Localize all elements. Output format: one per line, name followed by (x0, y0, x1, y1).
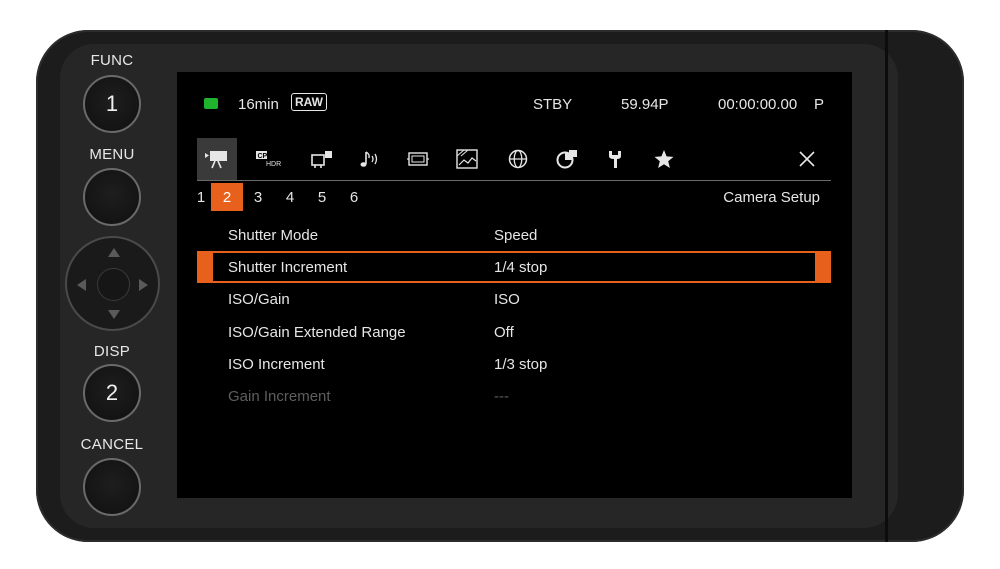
tab-maintenance[interactable] (595, 138, 635, 180)
row-value: 1/4 stop (494, 259, 548, 276)
row-value: --- (494, 388, 509, 405)
row-value: Speed (494, 227, 538, 244)
menu-row-iso-increment[interactable]: ISO Increment 1/3 stop (197, 348, 831, 380)
disp-button[interactable]: 2 (83, 364, 141, 422)
row-label: ISO Increment (228, 356, 325, 373)
tab-my-menu[interactable] (644, 138, 684, 180)
row-label: Gain Increment (228, 388, 331, 405)
remaining-time: 16min (238, 96, 279, 113)
arrow-left-icon[interactable] (77, 279, 86, 291)
tab-system[interactable] (547, 138, 587, 180)
disp-key-number: 2 (105, 380, 119, 405)
arrow-up-icon[interactable] (108, 248, 120, 257)
row-label: ISO/Gain (228, 291, 290, 308)
row-label: Shutter Mode (228, 227, 319, 244)
arrow-right-icon[interactable] (139, 279, 148, 291)
func-button[interactable]: 1 (83, 75, 141, 133)
page-5[interactable]: 5 (306, 183, 338, 211)
menu-row-iso-gain[interactable]: ISO/Gain ISO (197, 283, 831, 315)
status-bar: 16min RAW STBY 59.94P 00:00:00.00 P (177, 72, 852, 134)
menu-button[interactable] (83, 168, 141, 226)
section-title: Camera Setup (723, 189, 820, 206)
tab-audio[interactable] (350, 138, 390, 180)
menu-row-shutter-increment[interactable]: Shutter Increment 1/4 stop (197, 251, 831, 283)
menu-row-shutter-mode[interactable]: Shutter Mode Speed (197, 219, 831, 251)
tab-divider (197, 180, 831, 181)
menu-row-iso-gain-extended-range[interactable]: ISO/Gain Extended Range Off (197, 316, 831, 348)
monitor-icon (407, 152, 429, 166)
menu-label: MENU (89, 146, 135, 163)
network-icon (508, 149, 528, 169)
func-key-number: 1 (105, 91, 119, 116)
disp-label: DISP (93, 343, 131, 360)
menu-tabs: CP HDR (197, 138, 831, 180)
recording-icon (456, 149, 478, 169)
hinge-line (885, 30, 888, 542)
audio-icon (360, 151, 378, 167)
tab-network[interactable] (498, 138, 538, 180)
frame-rate: 59.94P (621, 96, 669, 113)
svg-text:CP: CP (258, 153, 268, 160)
system-icon (556, 150, 577, 169)
tab-camera[interactable] (197, 138, 237, 180)
cp-hdr-icon: CP HDR (256, 151, 281, 168)
row-value: 1/3 stop (494, 356, 548, 373)
page-3[interactable]: 3 (242, 183, 274, 211)
timecode-mode: P (814, 96, 825, 113)
video-settings-icon (311, 151, 332, 168)
dpad-center-button[interactable] (97, 268, 130, 301)
page-6[interactable]: 6 (338, 183, 370, 211)
row-value: ISO (494, 291, 520, 308)
dpad-joystick[interactable] (65, 236, 160, 331)
lcd-screen: 16min RAW STBY 59.94P 00:00:00.00 P CP H… (177, 72, 852, 498)
page-4[interactable]: 4 (274, 183, 306, 211)
page-2[interactable]: 2 (211, 183, 243, 211)
cancel-label: CANCEL (80, 436, 144, 453)
arrow-down-icon[interactable] (108, 310, 120, 319)
row-value: Off (494, 324, 514, 341)
row-label: ISO/Gain Extended Range (228, 324, 406, 341)
close-icon (799, 151, 815, 167)
timecode: 00:00:00.00 (718, 96, 798, 113)
menu-row-gain-increment: Gain Increment --- (197, 380, 831, 412)
func-label: FUNC (90, 52, 134, 69)
tab-recording[interactable] (447, 138, 487, 180)
tab-monitor[interactable] (398, 138, 438, 180)
cancel-button[interactable] (83, 458, 141, 516)
rec-status: STBY (533, 96, 573, 113)
svg-text:HDR: HDR (266, 161, 281, 168)
tab-cp-hdr[interactable]: CP HDR (250, 138, 290, 180)
media-card-icon (204, 98, 218, 109)
raw-badge: RAW (291, 93, 327, 111)
camera-icon (205, 151, 227, 169)
star-icon (654, 150, 674, 168)
tab-video-settings[interactable] (302, 138, 342, 180)
close-button[interactable] (787, 138, 827, 180)
wrench-icon (609, 151, 621, 168)
row-label: Shutter Increment (228, 259, 348, 276)
